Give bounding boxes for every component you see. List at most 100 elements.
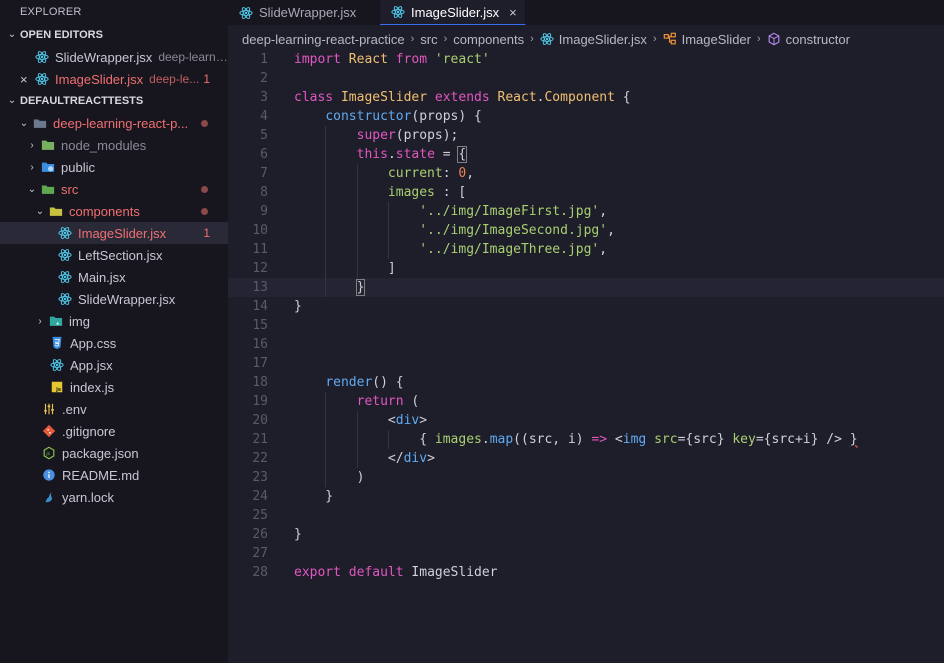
tree-file-imageslider[interactable]: ImageSlider.jsx 1 (0, 222, 228, 244)
workspace-header[interactable]: ⌄ DEFAULTREACTTESTS (0, 90, 228, 112)
tab-slidewrapper[interactable]: SlideWrapper.jsx (228, 0, 380, 25)
tree-label: App.css (70, 335, 117, 351)
chevron-down-icon: ⌄ (35, 205, 45, 217)
code-line[interactable]: 26} (228, 525, 944, 544)
code-line[interactable]: 25 (228, 506, 944, 525)
tree-folder-src[interactable]: ⌄ src (0, 178, 228, 200)
tree-file-package-json[interactable]: js package.json (0, 442, 228, 464)
folder-public-icon (40, 159, 56, 175)
chevron-right-icon: › (756, 33, 761, 45)
breadcrumb-item-project[interactable]: deep-learning-react-practice (242, 32, 405, 47)
code-line[interactable]: 13 } (228, 278, 944, 297)
code-line[interactable]: 9 '../img/ImageFirst.jpg', (228, 202, 944, 221)
tree-label: src (61, 181, 79, 197)
tree-folder-root[interactable]: ⌄ deep-learning-react-p... (0, 112, 228, 134)
tree-file-main[interactable]: Main.jsx (0, 266, 228, 288)
tree-label: .env (62, 401, 87, 417)
react-icon (57, 269, 73, 285)
react-icon (34, 49, 50, 65)
code-line[interactable]: 6 this.state = { (228, 145, 944, 164)
line-number: 3 (260, 90, 268, 105)
tree-folder-components[interactable]: ⌄ components (0, 200, 228, 222)
code-line[interactable]: 27 (228, 544, 944, 563)
code-editor[interactable]: 1 import React from 'react' 2 3 class ImageS… (228, 50, 944, 663)
tree-label: .gitignore (62, 423, 116, 439)
react-icon (390, 4, 406, 20)
code-line[interactable]: 19 return ( (228, 392, 944, 411)
breadcrumb-item-components[interactable]: components (453, 32, 524, 47)
code-line[interactable]: 1 import React from 'react' (228, 50, 944, 69)
info-icon (41, 467, 57, 483)
line-number: 22 (252, 451, 268, 466)
code-text: '../img/ImageThree.jpg', (419, 242, 608, 257)
tree-folder-public[interactable]: › public (0, 156, 228, 178)
tree-label: package.json (62, 445, 139, 461)
code-text: </div> (294, 451, 435, 466)
breadcrumb-item-method[interactable]: constructor (786, 32, 850, 47)
tree-label: public (61, 159, 95, 175)
tree-label: index.js (70, 379, 115, 395)
line-number: 19 (252, 394, 268, 409)
tree-file-app-css[interactable]: App.css (0, 332, 228, 354)
code-line[interactable]: 2 (228, 69, 944, 88)
code-line[interactable]: 15 (228, 316, 944, 335)
tree-file-slidewrapper[interactable]: SlideWrapper.jsx (0, 288, 228, 310)
tree-folder-node-modules[interactable]: › node_modules (0, 134, 228, 156)
code-line[interactable]: 14} (228, 297, 944, 316)
line-number: 2 (260, 71, 268, 86)
open-editors-header[interactable]: ⌄ OPEN EDITORS (0, 24, 228, 46)
tab-imageslider[interactable]: ImageSlider.jsx × (380, 0, 526, 25)
code-line[interactable]: 4 constructor(props) { (228, 107, 944, 126)
code-text: super(props); (356, 128, 459, 143)
close-icon[interactable]: × (509, 5, 517, 20)
code-text: ] (294, 261, 396, 276)
folder-src-icon (40, 181, 56, 197)
code-text: current: 0, (387, 166, 475, 181)
code-line[interactable]: 24 } (228, 487, 944, 506)
chevron-right-icon: › (30, 139, 34, 151)
code-line[interactable]: 5 super(props); (228, 126, 944, 145)
chevron-down-icon: ⌄ (27, 183, 37, 195)
tree-file-yarn-lock[interactable]: yarn.lock (0, 486, 228, 508)
tree-folder-img[interactable]: › img (0, 310, 228, 332)
code-text: images : [ (387, 185, 467, 200)
code-line[interactable]: 8 images : [ (228, 183, 944, 202)
tree-file-readme[interactable]: README.md (0, 464, 228, 486)
error-count-badge: 1 (203, 72, 210, 86)
code-text: render() { (325, 375, 404, 390)
open-editor-imageslider[interactable]: × ImageSlider.jsx deep-le... 1 (0, 68, 228, 90)
code-line[interactable]: 7 current: 0, (228, 164, 944, 183)
code-line[interactable]: 18 render() { (228, 373, 944, 392)
tree-file-gitignore[interactable]: .gitignore (0, 420, 228, 442)
code-line[interactable]: 23 ) (228, 468, 944, 487)
code-line[interactable]: 28 export default ImageSlider (228, 563, 944, 582)
code-line[interactable]: 17 (228, 354, 944, 373)
code-line[interactable]: 16 (228, 335, 944, 354)
code-line[interactable]: 21 { images.map((src, i) => <img src={sr… (228, 430, 944, 449)
tree-file-app-jsx[interactable]: App.jsx (0, 354, 228, 376)
modified-dot (201, 186, 208, 193)
breadcrumb-item-class[interactable]: ImageSlider (682, 32, 751, 47)
code-text: } (355, 279, 366, 296)
code-line[interactable]: 11 '../img/ImageThree.jpg', (228, 240, 944, 259)
code-line[interactable]: 22 </div> (228, 449, 944, 468)
breadcrumb-item-file[interactable]: ImageSlider.jsx (559, 32, 647, 47)
open-editor-slidewrapper[interactable]: SlideWrapper.jsx deep-learni... (0, 46, 228, 68)
code-line[interactable]: 12 ] (228, 259, 944, 278)
code-line[interactable]: 3 class ImageSlider extends React.Compone… (228, 88, 944, 107)
react-icon (57, 225, 73, 241)
line-number: 17 (252, 356, 268, 371)
close-icon[interactable]: × (20, 72, 32, 87)
code-line[interactable]: 10 '../img/ImageSecond.jpg', (228, 221, 944, 240)
line-number: 5 (260, 128, 268, 143)
tree-file-leftsection[interactable]: LeftSection.jsx (0, 244, 228, 266)
tree-file-index-js[interactable]: js index.js (0, 376, 228, 398)
line-number: 21 (252, 432, 268, 447)
tree-file-env[interactable]: .env (0, 398, 228, 420)
breadcrumb-item-src[interactable]: src (420, 32, 437, 47)
line-number: 28 (252, 565, 268, 580)
code-line[interactable]: 20 <div> (228, 411, 944, 430)
open-editor-name: ImageSlider.jsx (55, 71, 144, 87)
folder-open-icon (32, 115, 48, 131)
chevron-down-icon: ⌄ (7, 29, 17, 40)
